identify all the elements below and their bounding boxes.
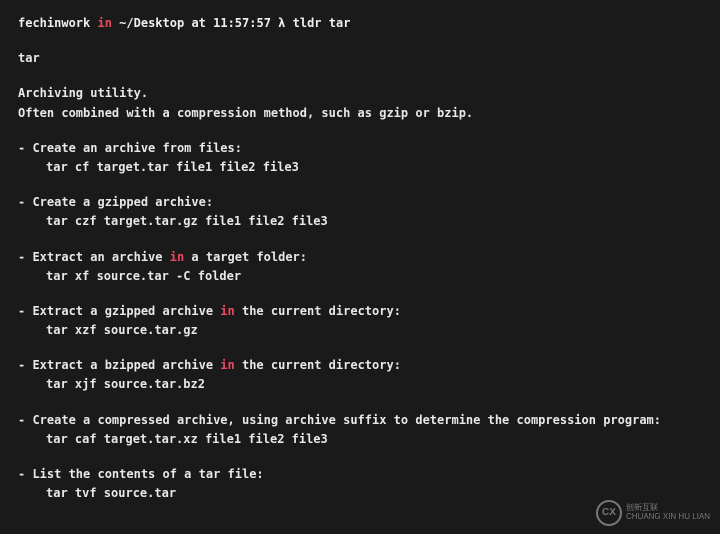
example-command: tar xjf source.tar.bz2 — [18, 375, 702, 394]
prompt-time: 11:57:57 — [213, 16, 271, 30]
prompt-path: ~/Desktop — [119, 16, 184, 30]
example-title: - Create a gzipped archive: — [18, 193, 702, 212]
example-title-text: - Create a gzipped archive: — [18, 195, 213, 209]
highlighted-keyword: in — [220, 304, 234, 318]
command-description: Archiving utility. Often combined with a… — [18, 84, 702, 122]
prompt-command[interactable]: tldr tar — [293, 16, 351, 30]
example-command: tar cf target.tar file1 file2 file3 — [18, 158, 702, 177]
example-title-text: - Extract a gzipped archive — [18, 304, 220, 318]
prompt-lambda: λ — [278, 16, 285, 30]
example-command: tar xf source.tar -C folder — [18, 267, 702, 286]
prompt-at: at — [191, 16, 205, 30]
example-title-text: a target folder: — [184, 250, 307, 264]
example-title-text: - Extract an archive — [18, 250, 170, 264]
example-title: - Extract a bzipped archive in the curre… — [18, 356, 702, 375]
example-title-text: - List the contents of a tar file: — [18, 467, 264, 481]
example-command: tar xzf source.tar.gz — [18, 321, 702, 340]
example-title: - Create an archive from files: — [18, 139, 702, 158]
example-title: - Create a compressed archive, using arc… — [18, 411, 702, 430]
example-block: - Extract an archive in a target folder:… — [18, 248, 702, 286]
watermark-line-2: CHUANG XIN HU LIAN — [626, 513, 710, 522]
command-name: tar — [18, 49, 702, 68]
example-title: - Extract a gzipped archive in the curre… — [18, 302, 702, 321]
description-line-2: Often combined with a compression method… — [18, 104, 702, 123]
watermark: CX 创新互联 CHUANG XIN HU LIAN — [596, 500, 710, 526]
example-command: tar czf target.tar.gz file1 file2 file3 — [18, 212, 702, 231]
prompt-in-keyword: in — [97, 16, 111, 30]
example-title-text: - Create a compressed archive, using arc… — [18, 413, 661, 427]
description-line-1: Archiving utility. — [18, 84, 702, 103]
example-command: tar caf target.tar.xz file1 file2 file3 — [18, 430, 702, 449]
example-block: - Create a compressed archive, using arc… — [18, 411, 702, 449]
example-title-text: the current directory: — [235, 304, 401, 318]
example-block: - Create an archive from files: tar cf ta… — [18, 139, 702, 177]
example-title: - List the contents of a tar file: — [18, 465, 702, 484]
watermark-text: 创新互联 CHUANG XIN HU LIAN — [626, 504, 710, 522]
watermark-icon: CX — [596, 500, 622, 526]
example-block: - Create a gzipped archive: tar czf targe… — [18, 193, 702, 231]
example-title-text: - Create an archive from files: — [18, 141, 242, 155]
highlighted-keyword: in — [170, 250, 184, 264]
example-block: - Extract a gzipped archive in the curre… — [18, 302, 702, 340]
example-block: - Extract a bzipped archive in the curre… — [18, 356, 702, 394]
example-title-text: the current directory: — [235, 358, 401, 372]
example-title: - Extract an archive in a target folder: — [18, 248, 702, 267]
example-title-text: - Extract a bzipped archive — [18, 358, 220, 372]
shell-prompt: fechinwork in ~/Desktop at 11:57:57 λ tl… — [18, 14, 702, 33]
prompt-user: fechinwork — [18, 16, 90, 30]
highlighted-keyword: in — [220, 358, 234, 372]
example-block: - List the contents of a tar file:tar tv… — [18, 465, 702, 503]
